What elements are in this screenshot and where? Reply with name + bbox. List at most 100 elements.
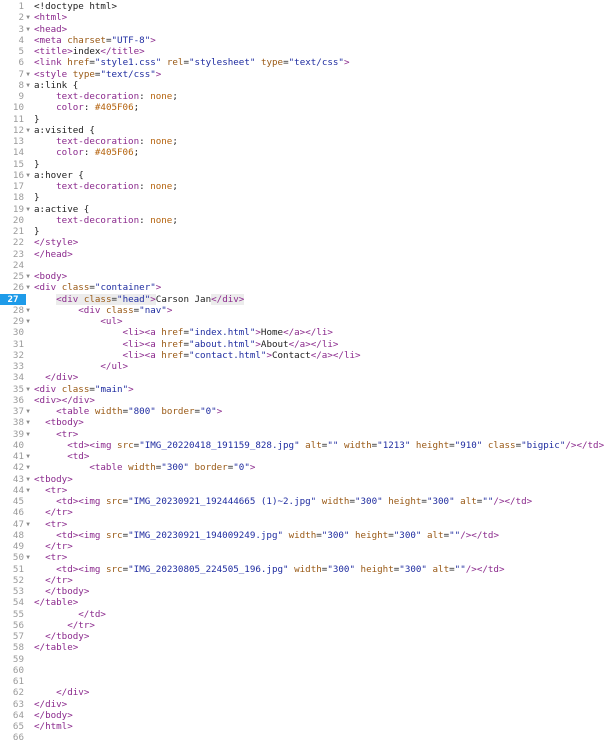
fold-triangle-icon[interactable]: ▼ xyxy=(24,80,32,91)
line-number[interactable]: 3 xyxy=(0,24,26,35)
line-number[interactable]: 50 xyxy=(0,552,26,563)
code-line[interactable]: 38 ▼ <tbody> xyxy=(0,417,605,428)
line-number[interactable]: 38 xyxy=(0,417,26,428)
code-line[interactable]: 12 ▼ a:visited { xyxy=(0,125,605,136)
line-number[interactable]: 64 xyxy=(0,710,26,721)
fold-triangle-icon[interactable]: ▼ xyxy=(24,204,32,215)
code-line[interactable]: 58 </table> xyxy=(0,642,605,653)
line-number[interactable]: 34 xyxy=(0,372,26,383)
code-line[interactable]: 28 ▼ <div class="nav"> xyxy=(0,305,605,316)
line-number[interactable]: 23 xyxy=(0,249,26,260)
line-number[interactable]: 12 xyxy=(0,125,26,136)
code-line[interactable]: 13 text-decoration: none; xyxy=(0,136,605,147)
code-line[interactable]: 51 <td><img src="IMG_20230805_224505_196… xyxy=(0,564,605,575)
code-line[interactable]: 11} xyxy=(0,114,605,125)
code-line[interactable]: 47 ▼ <tr> xyxy=(0,519,605,530)
code-line[interactable]: 31 <li><a href="about.html">About</a></l… xyxy=(0,339,605,350)
line-number[interactable]: 6 xyxy=(0,57,26,68)
line-number[interactable]: 39 xyxy=(0,429,26,440)
line-number[interactable]: 62 xyxy=(0,687,26,698)
line-number[interactable]: 17 xyxy=(0,181,26,192)
fold-triangle-icon[interactable]: ▼ xyxy=(24,451,32,462)
code-line[interactable]: 54 </table> xyxy=(0,597,605,608)
code-line[interactable]: 26 ▼ <div class="container"> xyxy=(0,282,605,293)
line-number[interactable]: 63 xyxy=(0,699,26,710)
line-number[interactable]: 54 xyxy=(0,597,26,608)
line-number[interactable]: 16 xyxy=(0,170,26,181)
line-number[interactable]: 18 xyxy=(0,192,26,203)
line-number[interactable]: 41 xyxy=(0,451,26,462)
code-line[interactable]: 65 </html> xyxy=(0,721,605,732)
line-number[interactable]: 59 xyxy=(0,654,26,665)
line-number[interactable]: 15 xyxy=(0,159,26,170)
code-line[interactable]: 37 ▼ <table width="800" border="0"> xyxy=(0,406,605,417)
code-line[interactable]: 32 <li><a href="contact.html">Contact</a… xyxy=(0,350,605,361)
line-number[interactable]: 30 xyxy=(0,327,26,338)
code-line[interactable]: 36 <div></div> xyxy=(0,395,605,406)
code-line[interactable]: 10 color: #405F06; xyxy=(0,102,605,113)
line-number[interactable]: 2 xyxy=(0,12,26,23)
code-line[interactable]: 29 ▼ <ul> xyxy=(0,316,605,327)
code-line[interactable]: 60 xyxy=(0,665,605,676)
code-line[interactable]: 23 </head> xyxy=(0,249,605,260)
fold-triangle-icon[interactable]: ▼ xyxy=(24,125,32,136)
code-line[interactable]: 16 ▼ a:hover { xyxy=(0,170,605,181)
fold-triangle-icon[interactable]: ▼ xyxy=(24,485,32,496)
code-line[interactable]: 59 xyxy=(0,654,605,665)
fold-triangle-icon[interactable]: ▼ xyxy=(24,305,32,316)
code-line[interactable]: 24 xyxy=(0,260,605,271)
fold-triangle-icon[interactable]: ▼ xyxy=(24,282,32,293)
line-number[interactable]: 29 xyxy=(0,316,26,327)
line-number[interactable]: 43 xyxy=(0,474,26,485)
code-line[interactable]: 43 ▼ <tbody> xyxy=(0,474,605,485)
line-number[interactable]: 4 xyxy=(0,35,26,46)
fold-triangle-icon[interactable]: ▼ xyxy=(24,406,32,417)
line-number[interactable]: 11 xyxy=(0,114,26,125)
code-line[interactable]: 30 <li><a href="index.html">Home</a></li… xyxy=(0,327,605,338)
code-line[interactable]: 20 text-decoration: none; xyxy=(0,215,605,226)
code-line[interactable]: 63 </div> xyxy=(0,699,605,710)
code-line[interactable]: 18} xyxy=(0,192,605,203)
code-line[interactable]: 55 </td> xyxy=(0,609,605,620)
code-line[interactable]: 52 </tr> xyxy=(0,575,605,586)
line-number[interactable]: 13 xyxy=(0,136,26,147)
line-number[interactable]: 53 xyxy=(0,586,26,597)
line-number[interactable]: 33 xyxy=(0,361,26,372)
code-line[interactable]: 41 ▼ <td> xyxy=(0,451,605,462)
code-line[interactable]: 8 ▼ a:link { xyxy=(0,80,605,91)
line-number[interactable]: 52 xyxy=(0,575,26,586)
code-line[interactable]: 39 ▼ <tr> xyxy=(0,429,605,440)
line-number[interactable]: 51 xyxy=(0,564,26,575)
line-number[interactable]: 65 xyxy=(0,721,26,732)
line-number[interactable]: 57 xyxy=(0,631,26,642)
line-number[interactable]: 47 xyxy=(0,519,26,530)
fold-triangle-icon[interactable]: ▼ xyxy=(24,474,32,485)
line-number[interactable]: 19 xyxy=(0,204,26,215)
code-editor[interactable]: 1 <!doctype html> 2 ▼ <html> 3 ▼ <head> 4 <meta c… xyxy=(0,1,605,744)
code-line[interactable]: 6 <link href="style1.css" rel="stylesheet… xyxy=(0,57,605,68)
line-number[interactable]: 61 xyxy=(0,676,26,687)
line-number[interactable]: 44 xyxy=(0,485,26,496)
fold-triangle-icon[interactable]: ▼ xyxy=(24,316,32,327)
code-line[interactable]: 48 <td><img src="IMG_20230921_194009249.… xyxy=(0,530,605,541)
line-number[interactable]: 46 xyxy=(0,507,26,518)
code-line[interactable]: 22 </style> xyxy=(0,237,605,248)
fold-triangle-icon[interactable]: ▼ xyxy=(24,24,32,35)
line-number[interactable]: 36 xyxy=(0,395,26,406)
code-line[interactable]: 19 ▼ a:active { xyxy=(0,204,605,215)
fold-triangle-icon[interactable]: ▼ xyxy=(24,271,32,282)
code-line[interactable]: 25 ▼ <body> xyxy=(0,271,605,282)
code-line[interactable]: 21} xyxy=(0,226,605,237)
code-line[interactable]: 64 </body> xyxy=(0,710,605,721)
code-line[interactable]: 9 text-decoration: none; xyxy=(0,91,605,102)
line-number[interactable]: 5 xyxy=(0,46,26,57)
code-line[interactable]: 4 <meta charset="UTF-8"> xyxy=(0,35,605,46)
code-line[interactable]: 33 </ul> xyxy=(0,361,605,372)
line-number[interactable]: 48 xyxy=(0,530,26,541)
code-line[interactable]: 66 xyxy=(0,732,605,743)
line-number[interactable]: 45 xyxy=(0,496,26,507)
line-number[interactable]: 37 xyxy=(0,406,26,417)
line-number[interactable]: 1 xyxy=(0,1,26,12)
line-number[interactable]: 60 xyxy=(0,665,26,676)
line-number[interactable]: 28 xyxy=(0,305,26,316)
